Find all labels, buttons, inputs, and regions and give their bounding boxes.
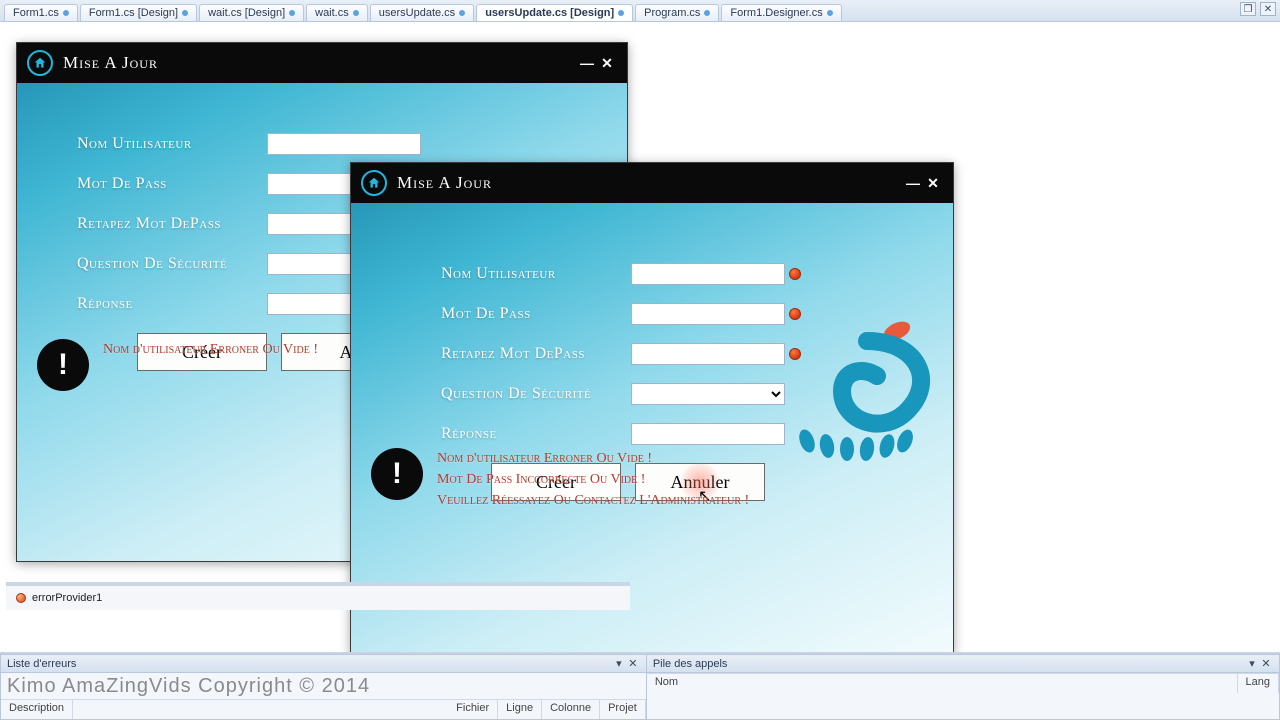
pin-icon xyxy=(459,10,465,16)
minimize-button[interactable]: — xyxy=(903,175,923,191)
error-line-2: Mot De Pass Inccorrecte Ou Vide ! xyxy=(437,469,749,490)
col-description[interactable]: Description xyxy=(1,700,73,719)
pin-icon xyxy=(353,10,359,16)
pin-icon xyxy=(618,10,624,16)
error-line-1: Nom d'utilisateur Erroner Ou Vide ! xyxy=(437,448,749,469)
user-field[interactable] xyxy=(267,133,421,155)
label-pass2: Retapez Mot DePass xyxy=(441,345,631,363)
panel-title: Liste d'erreurs xyxy=(7,658,76,670)
pin-icon[interactable]: ▾ xyxy=(1245,657,1259,670)
tab-form1-designer-cs[interactable]: Form1.Designer.cs xyxy=(721,4,841,21)
runtime-form: Mise A Jour — ✕ Nom Utilisateur Mot De P… xyxy=(350,162,954,654)
tab-usersupdate-cs[interactable]: usersUpdate.cs xyxy=(370,4,474,21)
home-icon xyxy=(27,50,53,76)
minimize-button[interactable]: — xyxy=(577,55,597,71)
close-button[interactable]: ✕ xyxy=(923,175,943,192)
tab-wait-cs[interactable]: wait.cs xyxy=(306,4,368,21)
pin-icon xyxy=(704,10,710,16)
error-list-columns: Description Fichier Ligne Colonne Projet xyxy=(1,699,646,719)
question-select[interactable] xyxy=(631,383,785,405)
tab-wait-design[interactable]: wait.cs [Design] xyxy=(199,4,304,21)
error-panel: ! Nom d'utilisateur Erroner Ou Vide ! xyxy=(37,339,318,391)
error-panel: ! Nom d'utilisateur Erroner Ou Vide ! Mo… xyxy=(371,448,749,511)
tab-usersupdate-design[interactable]: usersUpdate.cs [Design] xyxy=(476,4,633,21)
window-title: Mise A Jour xyxy=(63,53,158,73)
window-title: Mise A Jour xyxy=(397,173,492,193)
panel-title: Pile des appels xyxy=(653,658,728,670)
pin-icon xyxy=(827,10,833,16)
label-user: Nom Utilisateur xyxy=(77,135,267,153)
design-surface: Mise A Jour — ✕ Nom Utilisateur Mot De P… xyxy=(0,22,1280,654)
tab-form1-cs[interactable]: Form1.cs xyxy=(4,4,78,21)
titlebar[interactable]: Mise A Jour — ✕ xyxy=(17,43,627,83)
pin-icon xyxy=(182,10,188,16)
error-line-1: Nom d'utilisateur Erroner Ou Vide ! xyxy=(103,339,318,360)
label-pass: Mot De Pass xyxy=(441,305,631,323)
component-tray: errorProvider1 xyxy=(6,582,630,610)
watermark-text: Kimo AmaZingVids Copyright © 2014 xyxy=(1,673,646,699)
close-button[interactable]: ✕ xyxy=(1260,2,1276,16)
col-name[interactable]: Nom xyxy=(647,674,1238,693)
close-icon[interactable]: ✕ xyxy=(1259,657,1273,670)
col-column[interactable]: Colonne xyxy=(542,700,600,719)
exclamation-icon: ! xyxy=(371,448,423,500)
home-icon xyxy=(361,170,387,196)
error-list-panel: Liste d'erreurs ▾ ✕ Kimo AmaZingVids Cop… xyxy=(0,654,647,720)
answer-field[interactable] xyxy=(631,423,785,445)
label-answer: Réponse xyxy=(77,295,267,313)
error-icon xyxy=(789,308,801,320)
pin-icon xyxy=(63,10,69,16)
col-lang[interactable]: Lang xyxy=(1238,674,1279,693)
label-user: Nom Utilisateur xyxy=(441,265,631,283)
tray-item-label[interactable]: errorProvider1 xyxy=(32,592,102,604)
error-icon xyxy=(789,348,801,360)
col-line[interactable]: Ligne xyxy=(498,700,542,719)
callstack-columns: Nom Lang xyxy=(647,673,1279,693)
col-file[interactable]: Fichier xyxy=(448,700,498,719)
error-icon xyxy=(789,268,801,280)
exclamation-icon: ! xyxy=(37,339,89,391)
bottom-panels: Liste d'erreurs ▾ ✕ Kimo AmaZingVids Cop… xyxy=(0,654,1280,720)
restore-button[interactable]: ❐ xyxy=(1240,2,1256,16)
label-pass2: Retapez Mot DePass xyxy=(77,215,267,233)
pin-icon xyxy=(289,10,295,16)
label-question: Question De Sécurité xyxy=(441,385,631,403)
user-field[interactable] xyxy=(631,263,785,285)
pin-icon[interactable]: ▾ xyxy=(612,657,626,670)
titlebar[interactable]: Mise A Jour — ✕ xyxy=(351,163,953,203)
pass2-field[interactable] xyxy=(631,343,785,365)
close-button[interactable]: ✕ xyxy=(597,55,617,72)
document-tabstrip: Form1.cs Form1.cs [Design] wait.cs [Desi… xyxy=(0,0,1280,22)
tab-program-cs[interactable]: Program.cs xyxy=(635,4,719,21)
errorprovider-icon xyxy=(16,593,26,603)
label-pass: Mot De Pass xyxy=(77,175,267,193)
tab-form1-design[interactable]: Form1.cs [Design] xyxy=(80,4,197,21)
error-line-3: Veuillez Réessayez Ou Contactez L'Admini… xyxy=(437,490,749,511)
close-icon[interactable]: ✕ xyxy=(626,657,640,670)
label-answer: Réponse xyxy=(441,425,631,443)
label-question: Question De Sécurité xyxy=(77,255,267,273)
col-project[interactable]: Projet xyxy=(600,700,646,719)
pass-field[interactable] xyxy=(631,303,785,325)
callstack-panel: Pile des appels ▾ ✕ Nom Lang xyxy=(647,654,1280,720)
